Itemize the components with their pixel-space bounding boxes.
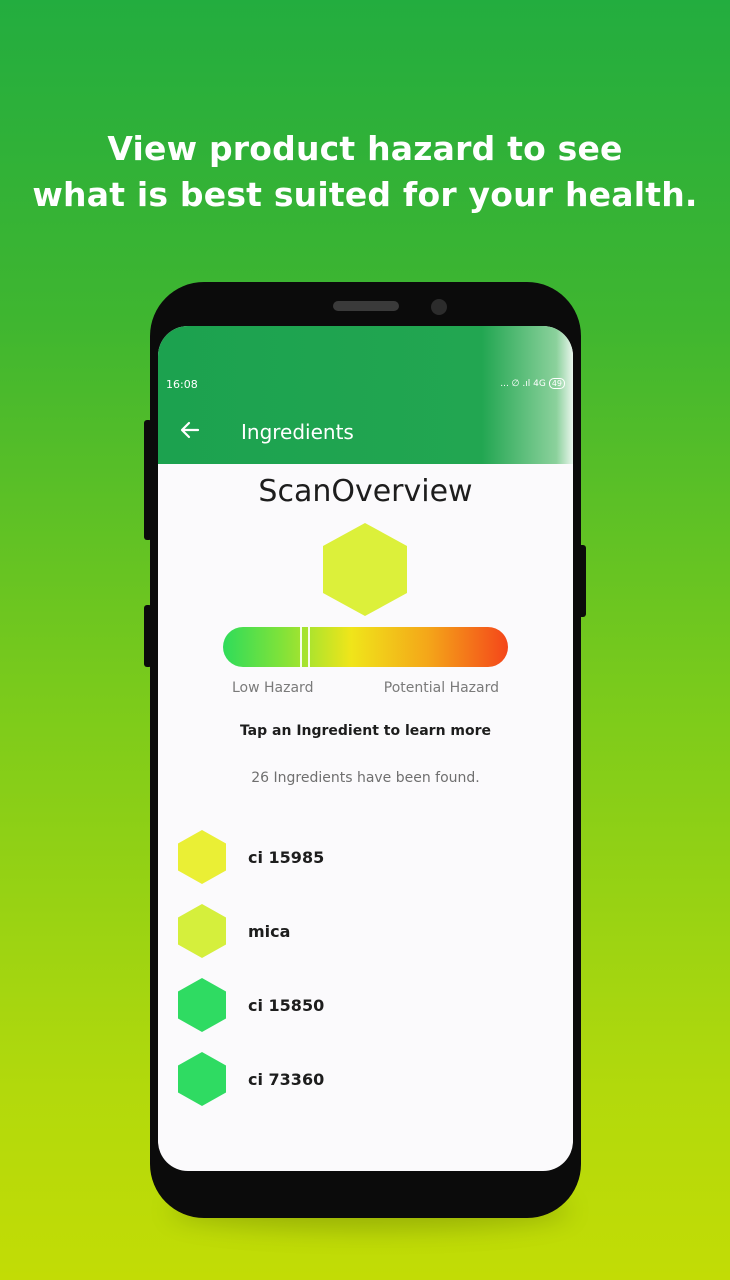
ingredient-item[interactable]: ci 15850 bbox=[178, 978, 558, 1034]
phone-camera bbox=[431, 299, 447, 315]
status-signal-text: ... ∅ .ıl 4G bbox=[500, 378, 546, 389]
page-title: Ingredients bbox=[241, 420, 354, 444]
tap-instruction: Tap an Ingredient to learn more bbox=[239, 723, 492, 739]
ingredient-name: ci 73360 bbox=[248, 1070, 325, 1089]
ingredient-name: mica bbox=[248, 922, 291, 941]
potential-hazard-label: Potential Hazard bbox=[383, 680, 499, 696]
status-icons: ... ∅ .ıl 4G 49 bbox=[500, 378, 565, 389]
promo-headline: View product hazard to see what is best … bbox=[0, 126, 730, 218]
overall-hazard-hex-icon bbox=[323, 523, 407, 616]
battery-level: 49 bbox=[551, 379, 562, 388]
hazard-hex-icon bbox=[178, 830, 226, 884]
arrow-left-icon[interactable] bbox=[178, 418, 202, 442]
hazard-hex-icon bbox=[178, 978, 226, 1032]
phone-screen: 16:08 ... ∅ .ıl 4G 49 Ingredients ScanOv… bbox=[158, 326, 573, 1171]
scan-title-bold: Scan bbox=[258, 474, 332, 509]
ingredient-name: ci 15985 bbox=[248, 848, 325, 867]
scan-title-light: Overview bbox=[331, 474, 473, 509]
headline-line-2: what is best suited for your health. bbox=[32, 175, 698, 214]
hazard-hex-icon bbox=[178, 1052, 226, 1106]
ingredient-name: ci 15850 bbox=[248, 996, 325, 1015]
ingredients-found-count: 26 Ingredients have been found. bbox=[251, 770, 480, 786]
ingredient-item[interactable]: mica bbox=[178, 904, 558, 960]
battery-icon: 49 bbox=[548, 378, 565, 389]
low-hazard-label: Low Hazard bbox=[232, 680, 314, 696]
app-bar: 16:08 ... ∅ .ıl 4G 49 Ingredients bbox=[158, 326, 573, 464]
phone-speaker bbox=[333, 301, 399, 311]
headline-line-1: View product hazard to see bbox=[107, 129, 623, 168]
scan-overview-title: ScanOverview bbox=[158, 474, 573, 509]
hazard-scale-bar bbox=[223, 627, 508, 667]
ingredient-item[interactable]: ci 73360 bbox=[178, 1052, 558, 1108]
hazard-hex-icon bbox=[178, 904, 226, 958]
status-time: 16:08 bbox=[166, 378, 198, 391]
hazard-level-marker bbox=[300, 627, 310, 667]
ingredient-item[interactable]: ci 15985 bbox=[178, 830, 558, 886]
